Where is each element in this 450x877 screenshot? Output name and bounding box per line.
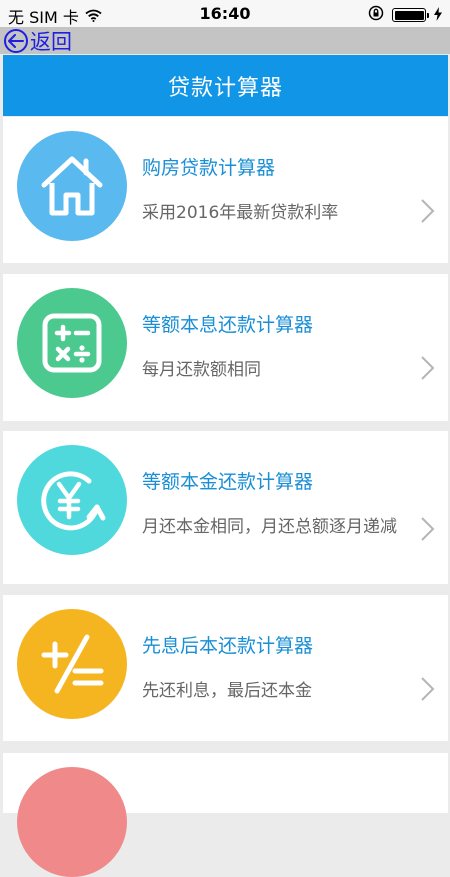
status-right-group bbox=[368, 5, 442, 25]
orientation-lock-icon bbox=[368, 5, 384, 25]
calculator-title: 先息后本还款计算器 bbox=[142, 635, 314, 657]
battery-icon bbox=[392, 8, 429, 22]
page-title: 贷款计算器 bbox=[167, 75, 283, 101]
calculator-description: 月还本金相同，月还总额逐月递减 bbox=[142, 517, 397, 537]
calculator-description: 采用2016年最新贷款利率 bbox=[142, 203, 339, 223]
chevron-right-icon bbox=[420, 198, 436, 224]
calculator-description: 先还利息，最后还本金 bbox=[142, 681, 312, 701]
back-arrow-icon bbox=[4, 28, 28, 53]
charging-icon bbox=[434, 6, 442, 25]
plus-equals-icon bbox=[17, 609, 127, 719]
chevron-right-icon bbox=[420, 355, 436, 381]
back-label: 返回 bbox=[30, 29, 72, 54]
status-bar: 无 SIM 卡 16:40 bbox=[0, 0, 450, 27]
calculator-title: 购房贷款计算器 bbox=[142, 157, 276, 179]
back-bar: 返回 bbox=[0, 27, 450, 54]
back-button[interactable]: 返回 bbox=[4, 27, 72, 54]
calculator-icon bbox=[17, 288, 127, 398]
battery-fill bbox=[394, 10, 424, 20]
house-icon bbox=[17, 131, 127, 241]
calculator-item-partial[interactable] bbox=[3, 753, 448, 877]
calculator-description: 每月还款额相同 bbox=[142, 360, 261, 380]
calculator-item-mortgage[interactable]: 购房贷款计算器 采用2016年最新贷款利率 bbox=[3, 117, 448, 263]
calculator-item-equal-installment[interactable]: 等额本息还款计算器 每月还款额相同 bbox=[3, 274, 448, 421]
partial-item-icon bbox=[17, 767, 127, 877]
header-bar: 贷款计算器 bbox=[3, 55, 448, 116]
calculator-item-equal-principal[interactable]: 等额本金还款计算器 月还本金相同，月还总额逐月递减 bbox=[3, 431, 448, 584]
chevron-right-icon bbox=[420, 516, 436, 542]
chevron-right-icon bbox=[420, 676, 436, 702]
calculator-title: 等额本金还款计算器 bbox=[142, 471, 314, 493]
calculator-item-interest-first[interactable]: 先息后本还款计算器 先还利息，最后还本金 bbox=[3, 595, 448, 741]
calculator-title: 等额本息还款计算器 bbox=[142, 314, 314, 336]
yen-refresh-icon bbox=[17, 445, 127, 555]
